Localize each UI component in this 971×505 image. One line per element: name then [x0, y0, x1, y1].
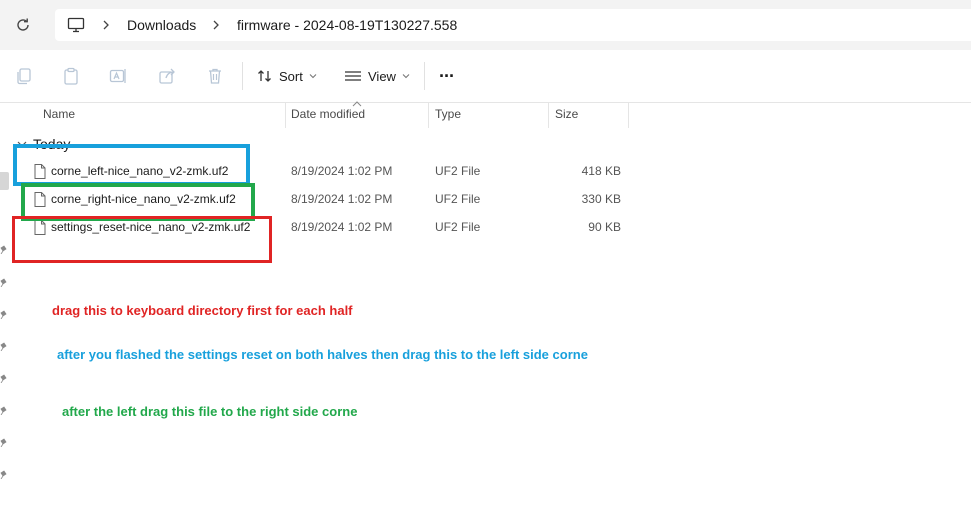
column-divider[interactable]: [428, 102, 429, 128]
sort-button[interactable]: Sort: [257, 64, 317, 88]
column-header-name[interactable]: Name: [43, 102, 75, 126]
column-header-type[interactable]: Type: [435, 102, 461, 126]
file-type: UF2 File: [435, 220, 481, 234]
sort-icon: [258, 70, 271, 82]
address-field[interactable]: Downloads firmware - 2024-08-19T130227.5…: [55, 9, 971, 41]
delete-icon[interactable]: [205, 66, 225, 86]
this-pc-icon[interactable]: [67, 16, 85, 34]
annotation-green: after the left drag this file to the rig…: [62, 404, 358, 419]
column-divider[interactable]: [628, 102, 629, 128]
file-date: 8/19/2024 1:02 PM: [291, 220, 393, 234]
column-header-row: Name Date modified Type Size: [0, 101, 971, 128]
column-divider[interactable]: [548, 102, 549, 128]
nav-pane-scroll-thumb[interactable]: [0, 172, 9, 190]
pin-icon: [0, 406, 7, 415]
rename-icon[interactable]: [108, 66, 128, 86]
file-date: 8/19/2024 1:02 PM: [291, 164, 393, 178]
chevron-down-icon: [402, 74, 410, 79]
annotation-red: drag this to keyboard directory first fo…: [52, 303, 353, 318]
file-type: UF2 File: [435, 164, 481, 178]
toolbar-divider: [242, 62, 243, 90]
copy-icon[interactable]: [14, 66, 34, 86]
pin-icon: [0, 278, 7, 287]
more-options-button[interactable]: ···: [439, 64, 455, 88]
view-button[interactable]: View: [344, 64, 410, 88]
pin-icon: [0, 470, 7, 479]
pin-icon: [0, 438, 7, 447]
column-header-size[interactable]: Size: [555, 102, 578, 126]
chevron-right-icon: [103, 20, 109, 30]
file-size: 330 KB: [581, 192, 621, 206]
view-icon: [345, 71, 361, 81]
pin-icon: [0, 310, 7, 319]
file-date: 8/19/2024 1:02 PM: [291, 192, 393, 206]
column-divider[interactable]: [285, 102, 286, 128]
column-header-date[interactable]: Date modified: [291, 102, 365, 126]
pin-icon: [0, 342, 7, 351]
chevron-right-icon: [213, 20, 219, 30]
file-type: UF2 File: [435, 192, 481, 206]
file-size: 90 KB: [588, 220, 621, 234]
sort-label: Sort: [279, 68, 303, 84]
file-size: 418 KB: [581, 164, 621, 178]
refresh-icon[interactable]: [14, 16, 32, 34]
address-bar: Downloads firmware - 2024-08-19T130227.5…: [0, 0, 971, 50]
view-label: View: [368, 68, 396, 84]
pin-icon: [0, 374, 7, 383]
pin-icon: [0, 245, 7, 254]
breadcrumb-downloads[interactable]: Downloads: [127, 17, 196, 33]
breadcrumb-firmware[interactable]: firmware - 2024-08-19T130227.558: [237, 17, 457, 33]
command-bar: Sort View ···: [0, 50, 971, 103]
red-highlight-box: [12, 216, 272, 263]
blue-highlight-box: [13, 144, 250, 186]
toolbar-divider: [424, 62, 425, 90]
chevron-down-icon: [309, 74, 317, 79]
paste-icon[interactable]: [61, 66, 81, 86]
annotation-blue: after you flashed the settings reset on …: [57, 347, 588, 362]
share-icon[interactable]: [157, 66, 177, 86]
